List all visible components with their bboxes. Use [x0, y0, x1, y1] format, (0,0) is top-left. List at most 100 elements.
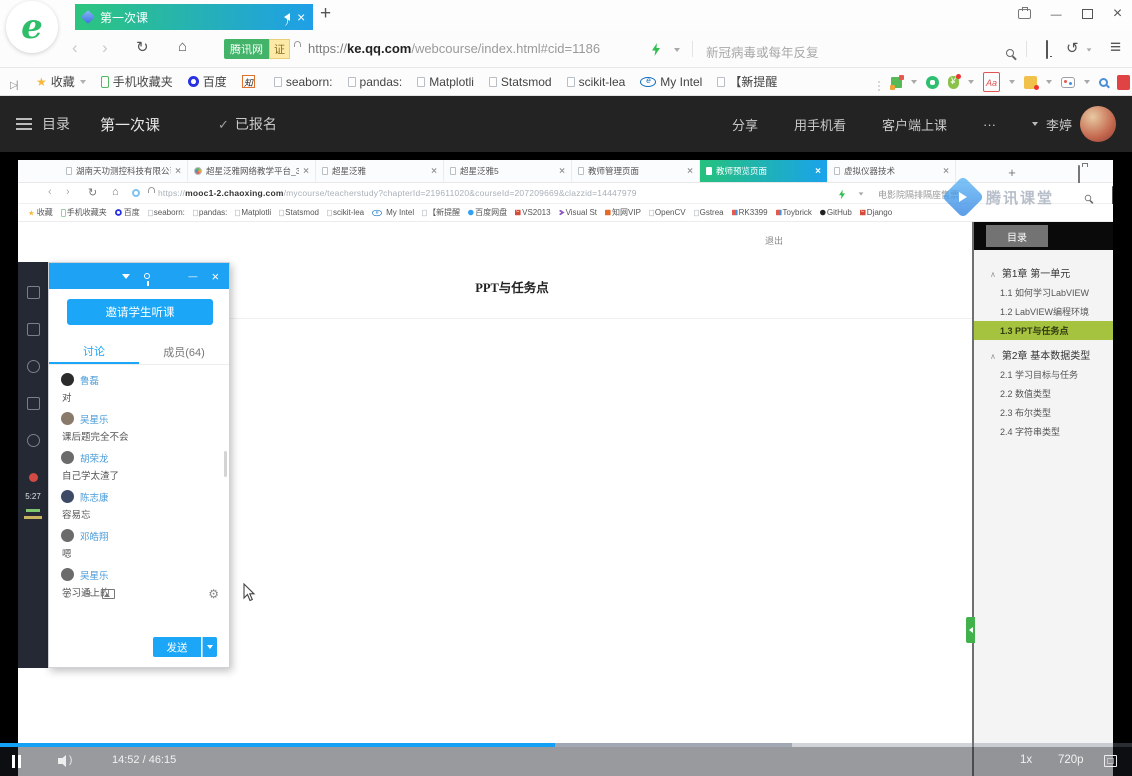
chevron-down-icon[interactable]	[1084, 80, 1090, 84]
bookmark-item[interactable]: scikit-lea	[567, 75, 626, 89]
site-identity-badge[interactable]: 腾讯网 证	[224, 39, 290, 59]
message-list: 鲁磊 对 吴星乐 课后题完全不会 胡荣龙 自己学太渣了 陈志康 容易忘	[61, 371, 219, 605]
chat-titlebar[interactable]	[49, 263, 229, 289]
bookmark-item[interactable]: 手机收藏夹	[101, 73, 173, 90]
fullscreen-icon[interactable]	[1104, 755, 1117, 767]
extension-gamepad-icon[interactable]	[1061, 77, 1075, 88]
extension-grid-icon[interactable]	[1024, 76, 1037, 89]
chat-minimize-icon[interactable]	[188, 271, 197, 282]
emoji-icon[interactable]	[61, 587, 73, 601]
outline-row[interactable]: 2.2 数值类型	[974, 384, 1113, 403]
screenshot-icon[interactable]	[83, 588, 92, 601]
outline-row[interactable]: 2.3 布尔类型	[974, 403, 1113, 422]
catalog-label[interactable]: 目录	[42, 114, 70, 134]
maximize-icon[interactable]	[1082, 9, 1093, 19]
sidebar-expand-icon[interactable]	[10, 75, 16, 93]
send-button[interactable]: 发送	[153, 637, 201, 657]
outline-row[interactable]: 1.2 LabVIEW编程环境	[974, 302, 1113, 321]
inner-tab-favicon	[834, 167, 840, 175]
minimize-icon[interactable]	[1051, 5, 1062, 23]
outline-row[interactable]: 2.4 字符串类型	[974, 422, 1113, 441]
search-input[interactable]: 新冠病毒或每年反复	[706, 42, 819, 61]
chat-close-icon[interactable]	[211, 269, 219, 284]
rail-tool-icon[interactable]	[27, 434, 40, 447]
bookmark-icon	[489, 77, 497, 87]
bookmark-item[interactable]: My Intel	[640, 75, 702, 89]
speed-bolt-icon[interactable]	[652, 43, 660, 56]
tab-audio-icon[interactable]	[284, 13, 290, 21]
outline-row[interactable]: 第1章 第一单元	[974, 262, 1113, 283]
outline-row[interactable]: 1.1 如何学习LabVIEW	[974, 283, 1113, 302]
invite-students-button[interactable]: 邀请学生听课	[67, 299, 213, 325]
undo-dropdown-icon[interactable]	[1087, 48, 1092, 51]
send-dropdown-icon[interactable]	[202, 637, 217, 657]
extension-translate-icon[interactable]	[983, 72, 1000, 92]
reload-icon[interactable]: ↻	[136, 38, 149, 56]
user-menu[interactable]: 李婷	[1032, 106, 1116, 142]
logout-link[interactable]: 退出	[765, 234, 783, 247]
new-tab-button[interactable]	[320, 3, 331, 25]
chevron-down-icon[interactable]	[968, 80, 974, 84]
video-player[interactable]: 湖南天功测控科技有限公司超星泛雅网络教学平台_360搜索超星泛雅超星泛雅5教师管…	[0, 152, 1132, 776]
tab-members[interactable]: 成员(64)	[139, 339, 229, 364]
pin-icon[interactable]	[144, 273, 150, 279]
browser-tab[interactable]: 第一次课	[75, 4, 313, 30]
extension-blocks-icon[interactable]	[891, 77, 902, 88]
tab-discussion[interactable]: 讨论	[49, 339, 139, 364]
outline-row[interactable]: 2.1 学习目标与任务	[974, 365, 1113, 384]
extension-note-icon[interactable]	[926, 76, 939, 89]
avatar[interactable]	[1080, 106, 1116, 142]
scrollbar-thumb[interactable]	[224, 451, 227, 477]
settings-gear-icon[interactable]	[208, 587, 219, 601]
bookmark-item[interactable]: Statsmod	[489, 75, 552, 89]
watch-on-phone-button[interactable]: 用手机看	[794, 115, 846, 134]
inner-home-icon: ⌂	[112, 186, 119, 198]
phone-sync-icon[interactable]	[1046, 40, 1048, 59]
extension-zoom-icon[interactable]	[1099, 78, 1108, 87]
catalog-menu-icon[interactable]	[16, 118, 32, 120]
chevron-down-icon[interactable]	[122, 274, 130, 279]
more-button[interactable]: ···	[983, 117, 996, 132]
home-icon[interactable]: ⌂	[178, 38, 187, 55]
tab-close-icon[interactable]	[297, 9, 305, 25]
client-app-button[interactable]: 客户端上课	[882, 115, 947, 134]
rail-tool-icon[interactable]	[27, 323, 40, 336]
bookmark-item[interactable]: 收藏	[36, 73, 86, 90]
bookmark-item[interactable]: seaborn:	[274, 75, 333, 89]
rail-tool-icon[interactable]	[27, 286, 40, 299]
outline-row[interactable]: 1.3 PPT与任务点	[974, 321, 1113, 340]
close-icon[interactable]	[1113, 5, 1122, 23]
divider	[230, 318, 972, 319]
outline-tab[interactable]: 目录	[986, 225, 1048, 247]
forward-icon[interactable]: ›	[102, 38, 108, 58]
bookmarks-overflow-icon[interactable]	[744, 72, 752, 90]
sidebar-collapse-handle[interactable]	[966, 617, 975, 643]
drag-handle-icon[interactable]	[878, 81, 880, 83]
volume-icon[interactable]: )	[58, 755, 74, 768]
bookmark-item[interactable]	[242, 75, 259, 88]
url-dropdown-icon[interactable]	[674, 48, 680, 52]
image-icon[interactable]	[102, 589, 115, 599]
extension-red-icon[interactable]	[1117, 75, 1130, 90]
search-icon[interactable]	[1006, 49, 1014, 57]
menu-icon[interactable]	[1110, 37, 1121, 59]
extension-shield-icon[interactable]	[948, 76, 959, 89]
playback-speed-button[interactable]: 1x	[1020, 754, 1032, 766]
chevron-down-icon[interactable]	[1009, 80, 1015, 84]
bookmark-item[interactable]: pandas:	[348, 75, 403, 89]
outline-row[interactable]: 第2章 基本数据类型	[974, 344, 1113, 365]
address-bar[interactable]: https://ke.qq.com/webcourse/index.html#c…	[308, 41, 600, 56]
undo-icon[interactable]	[1066, 39, 1079, 58]
chevron-down-icon[interactable]	[1046, 80, 1052, 84]
bookmark-item[interactable]: 百度	[188, 73, 227, 90]
chevron-down-icon[interactable]	[911, 80, 917, 84]
rail-tool-icon[interactable]	[27, 360, 40, 373]
share-button[interactable]: 分享	[732, 115, 758, 134]
inner-bookmark-icon	[776, 210, 782, 216]
quality-button[interactable]: 720p	[1058, 754, 1084, 766]
pause-button[interactable]	[12, 755, 22, 768]
back-icon[interactable]: ‹	[72, 38, 78, 58]
rail-tool-icon[interactable]	[27, 397, 40, 410]
theme-icon[interactable]	[1018, 9, 1031, 19]
bookmark-item[interactable]: Matplotli	[417, 75, 474, 89]
